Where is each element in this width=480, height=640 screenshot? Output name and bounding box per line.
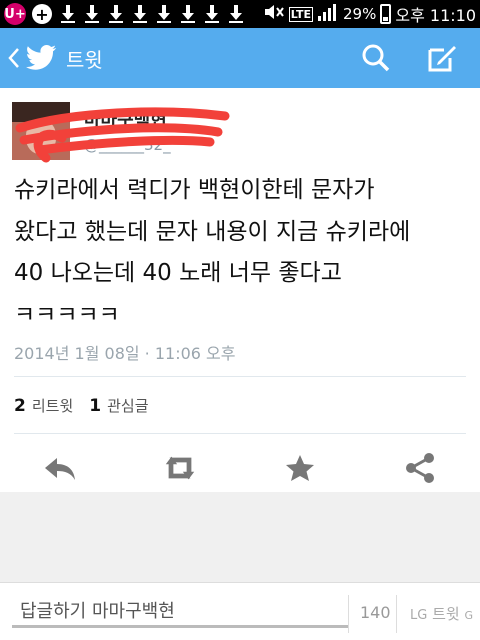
tweet-detail: 마마구백현 @______32_ 슈키라에서 력디가 백현이한테 문자가 왔다고…	[0, 88, 480, 492]
divider	[348, 595, 349, 633]
carrier-badge: U+	[4, 3, 26, 25]
battery-icon	[380, 4, 392, 24]
avatar-face	[26, 120, 56, 154]
status-right: LTE 29% 오후 11:10	[263, 2, 476, 26]
favorite-count[interactable]: 1	[89, 396, 101, 416]
retweet-count[interactable]: 2	[14, 396, 26, 416]
tweet-button[interactable]: LG 트윗 G	[410, 603, 473, 624]
reply-icon	[45, 458, 75, 480]
download-icon	[106, 3, 126, 25]
overlay-text: G	[464, 609, 474, 622]
download-icon	[202, 3, 222, 25]
plus-badge: +	[32, 4, 52, 24]
search-icon	[362, 44, 390, 72]
retweet-icon	[165, 456, 195, 480]
back-chevron-icon[interactable]	[6, 43, 22, 73]
download-icon	[130, 3, 150, 25]
char-counter: 140	[360, 603, 391, 622]
download-icon	[82, 3, 102, 25]
tweet-button-label: 트윗	[432, 605, 460, 623]
download-icon	[226, 3, 246, 25]
retweet-label[interactable]: 리트윗	[32, 395, 73, 416]
download-icons	[58, 3, 246, 25]
share-button[interactable]	[402, 450, 438, 486]
download-icon	[58, 3, 78, 25]
clock: 오후 11:10	[395, 6, 476, 25]
divider	[14, 433, 466, 434]
watermark: LG	[410, 608, 428, 623]
status-bar: U+ + LTE 29% 오후 11:10	[0, 0, 480, 28]
download-icon	[154, 3, 174, 25]
favorite-label[interactable]: 관심글	[107, 395, 148, 416]
compose-button[interactable]	[424, 40, 460, 76]
avatar-hair	[12, 102, 70, 122]
retweet-button[interactable]	[162, 450, 198, 486]
battery-percent: 29%	[343, 5, 377, 23]
page-title: 트윗	[66, 47, 103, 72]
tweet-timestamp: 2014년 1월 08일 · 11:06 오후	[14, 344, 236, 363]
divider	[14, 376, 466, 377]
screen: U+ + LTE 29% 오후 11:10 트윗 마마구백현 @______32…	[0, 0, 480, 640]
network-type: LTE	[288, 6, 314, 22]
favorite-button[interactable]	[282, 450, 318, 486]
app-bar: 트윗	[0, 28, 480, 88]
engagement-counts: 2 리트윗 1 관심글	[14, 395, 149, 416]
mute-icon	[263, 3, 285, 25]
empty-space	[0, 492, 480, 582]
divider	[396, 595, 397, 633]
display-name[interactable]: 마마구백현	[84, 106, 167, 132]
download-icon	[178, 3, 198, 25]
reply-bar: 답글하기 마마구백현 140 LG 트윗 G	[0, 582, 480, 640]
share-icon	[406, 453, 434, 483]
avatar[interactable]	[12, 102, 70, 160]
reply-underline	[12, 625, 348, 628]
notification-area: U+ +	[4, 3, 246, 25]
compose-icon	[428, 46, 456, 72]
search-button[interactable]	[358, 40, 394, 76]
twitter-bird-icon[interactable]	[24, 43, 58, 73]
favorite-icon	[286, 455, 314, 481]
signal-icon	[317, 2, 339, 26]
reply-input[interactable]: 답글하기 마마구백현	[20, 597, 175, 623]
reply-button[interactable]	[42, 450, 78, 486]
tweet-text: 슈키라에서 력디가 백현이한테 문자가 왔다고 했는데 문자 내용이 지금 슈키…	[14, 177, 411, 328]
user-handle[interactable]: @______32_	[84, 136, 171, 154]
tweet-actions	[0, 442, 480, 492]
